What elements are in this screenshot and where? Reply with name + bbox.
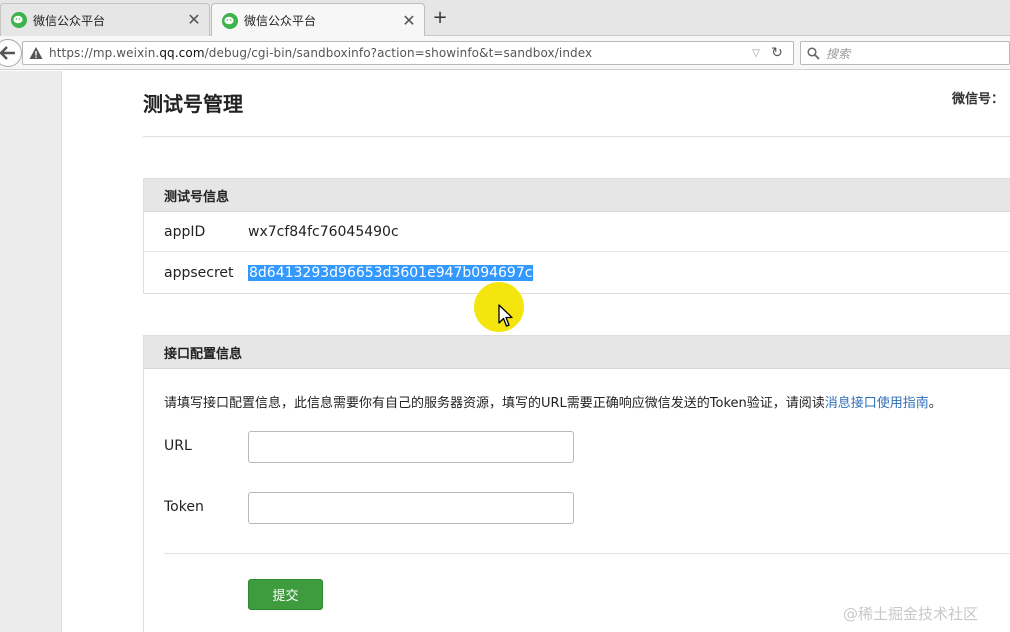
url-path: /debug/cgi-bin/sandboxinfo?action=showin… bbox=[204, 46, 593, 60]
close-icon[interactable]: ✕ bbox=[400, 11, 418, 30]
url-input[interactable] bbox=[248, 431, 574, 463]
reload-icon[interactable]: ↻ bbox=[769, 45, 785, 61]
divider bbox=[143, 136, 1010, 137]
token-input[interactable] bbox=[248, 492, 574, 524]
search-icon bbox=[807, 46, 820, 60]
url-domain: qq.com bbox=[159, 46, 205, 60]
token-label: Token bbox=[164, 499, 204, 515]
mouse-pointer-icon bbox=[498, 304, 513, 327]
description-text: 请填写接口配置信息，此信息需要你有自己的服务器资源，填写的URL需要正确响应微信… bbox=[164, 396, 825, 411]
info-row-appid: appID wx7cf84fc76045490c bbox=[144, 212, 1010, 252]
search-bar[interactable]: 搜索 bbox=[800, 41, 1010, 65]
watermark: @稀土掘金技术社区 bbox=[843, 605, 979, 623]
search-placeholder: 搜索 bbox=[826, 46, 851, 61]
divider bbox=[164, 553, 1010, 554]
dropdown-icon[interactable]: ▽ bbox=[749, 48, 763, 59]
address-bar[interactable]: https://mp.weixin.qq.com/debug/cgi-bin/s… bbox=[22, 41, 794, 65]
submit-button[interactable]: 提交 bbox=[248, 579, 323, 610]
description-end: 。 bbox=[928, 396, 942, 411]
browser-tab-bar: 微信公众平台 ✕ 微信公众平台 ✕ + bbox=[0, 0, 1010, 37]
url-label: URL bbox=[164, 438, 192, 454]
info-label: appID bbox=[164, 223, 206, 240]
back-arrow-icon[interactable] bbox=[0, 39, 22, 67]
tab-title: 微信公众平台 bbox=[33, 13, 106, 28]
close-icon[interactable]: ✕ bbox=[185, 11, 203, 29]
panel-heading: 测试号信息 bbox=[144, 179, 1010, 212]
wechat-icon bbox=[11, 12, 27, 28]
info-row-appsecret: appsecret 8d6413293d96653d3601e947b09469… bbox=[144, 253, 1010, 293]
appid-value[interactable]: wx7cf84fc76045490c bbox=[248, 224, 399, 240]
page-title: 测试号管理 bbox=[143, 92, 243, 116]
browser-nav-bar: https://mp.weixin.qq.com/debug/cgi-bin/s… bbox=[0, 36, 1010, 70]
config-description: 请填写接口配置信息，此信息需要你有自己的服务器资源，填写的URL需要正确响应微信… bbox=[164, 392, 942, 411]
panel-heading: 接口配置信息 bbox=[144, 336, 1010, 369]
browser-tab-1[interactable]: 微信公众平台 ✕ bbox=[0, 3, 210, 36]
warning-icon bbox=[29, 47, 43, 59]
wechat-icon bbox=[222, 12, 238, 29]
plus-icon[interactable]: + bbox=[430, 8, 450, 28]
url-prefix: https://mp.weixin. bbox=[49, 46, 160, 60]
browser-tab-2[interactable]: 微信公众平台 ✕ bbox=[211, 3, 425, 37]
left-gutter bbox=[0, 71, 62, 632]
tab-title: 微信公众平台 bbox=[244, 14, 317, 28]
appsecret-value[interactable]: 8d6413293d96653d3601e947b094697c bbox=[248, 265, 534, 281]
info-label: appsecret bbox=[164, 265, 234, 281]
test-account-panel: 测试号信息 appID wx7cf84fc76045490c appsecret… bbox=[143, 178, 1010, 294]
guide-link[interactable]: 消息接口使用指南 bbox=[825, 396, 929, 411]
wechat-id-label: 微信号： bbox=[952, 92, 1005, 107]
interface-config-panel: 接口配置信息 请填写接口配置信息，此信息需要你有自己的服务器资源，填写的URL需… bbox=[143, 335, 1010, 632]
url-text[interactable]: https://mp.weixin.qq.com/debug/cgi-bin/s… bbox=[49, 46, 749, 60]
